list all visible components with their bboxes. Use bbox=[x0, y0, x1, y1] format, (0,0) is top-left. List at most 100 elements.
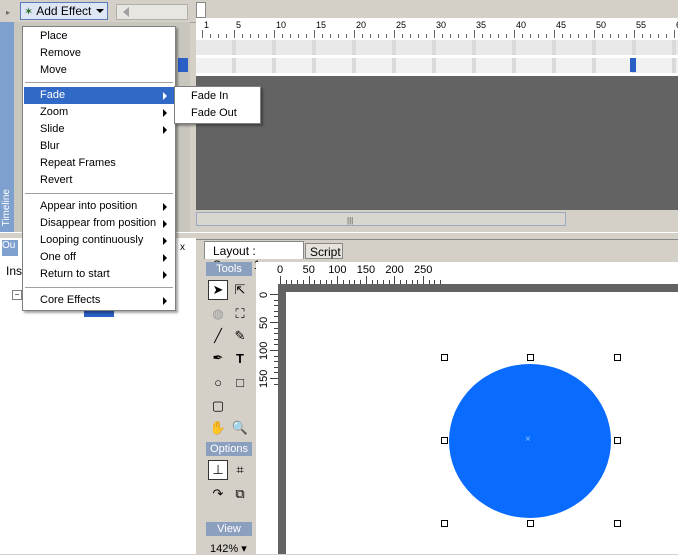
text-tool-icon[interactable]: T bbox=[230, 348, 250, 368]
snap-option-icon[interactable]: ⊥ bbox=[208, 460, 228, 480]
pencil-tool-icon[interactable]: ✎ bbox=[230, 326, 250, 346]
resize-handle[interactable] bbox=[614, 354, 621, 361]
keyframe-marker[interactable] bbox=[630, 58, 636, 72]
add-effect-label: Add Effect bbox=[36, 4, 92, 18]
tab-layout[interactable]: Layout : Scene_1 bbox=[204, 241, 304, 272]
zoom-tool-icon[interactable]: 🔍 bbox=[230, 418, 250, 438]
menu-item-disappear[interactable]: Disappear from position bbox=[24, 215, 174, 232]
tree-collapse-icon[interactable]: − bbox=[12, 290, 22, 300]
submenu-arrow-icon bbox=[163, 126, 167, 134]
resize-handle[interactable] bbox=[441, 520, 448, 527]
rounded-rect-tool-icon[interactable]: ▢ bbox=[208, 396, 228, 416]
menu-item-core-effects[interactable]: Core Effects bbox=[24, 292, 174, 309]
collapse-arrow-icon[interactable]: ▸ bbox=[6, 8, 10, 17]
menu-item-move[interactable]: Move bbox=[24, 62, 174, 79]
menu-item-fade-out[interactable]: Fade Out bbox=[176, 105, 259, 122]
timeline-label: Timeline bbox=[1, 188, 12, 226]
timeline-empty-area bbox=[196, 76, 678, 210]
menu-item-zoom[interactable]: Zoom bbox=[24, 104, 174, 121]
ruler-number: 200 bbox=[385, 264, 404, 276]
tools-panel: Tools ➤ ⇱ ◍ ⛶ ╱ ✎ ✒ T ○ □ ▢ ✋ 🔍 Options … bbox=[206, 262, 254, 555]
menu-item-slide[interactable]: Slide bbox=[24, 121, 174, 138]
ruler-tick bbox=[423, 276, 424, 284]
pen-tool-icon[interactable]: ✒ bbox=[208, 348, 228, 368]
resize-handle[interactable] bbox=[527, 520, 534, 527]
menu-item-appear[interactable]: Appear into position bbox=[24, 198, 174, 215]
frame-cell bbox=[592, 40, 596, 55]
ruler-tick bbox=[270, 322, 278, 323]
reshape-tool-icon[interactable]: ⛶ bbox=[230, 304, 250, 324]
menu-item-return-to-start[interactable]: Return to start bbox=[24, 266, 174, 283]
outline-tab[interactable]: Ou bbox=[2, 240, 18, 256]
resize-handle[interactable] bbox=[441, 437, 448, 444]
menu-item-label: Appear into position bbox=[40, 200, 138, 212]
scale-option-icon[interactable]: ⧉ bbox=[230, 484, 250, 504]
hand-tool-icon[interactable]: ✋ bbox=[208, 418, 228, 438]
fill-transform-icon[interactable]: ◍ bbox=[208, 304, 228, 324]
menu-item-label: Zoom bbox=[40, 106, 69, 118]
menu-item-fade[interactable]: Fade bbox=[24, 87, 174, 104]
chevron-down-icon bbox=[96, 9, 105, 13]
timeline-ruler[interactable]: 151015202530354045505560 bbox=[196, 18, 678, 39]
ruler-number: 15 bbox=[316, 20, 327, 30]
menu-item-repeat-frames[interactable]: Repeat Frames bbox=[24, 155, 174, 172]
menu-item-label: One off bbox=[40, 251, 76, 263]
menu-item-blur[interactable]: Blur bbox=[24, 138, 174, 155]
timeline-scrollbar[interactable]: ||| bbox=[196, 212, 566, 226]
timeline-row[interactable] bbox=[196, 58, 678, 73]
ruler-tick bbox=[594, 30, 595, 38]
ruler-number: 45 bbox=[556, 20, 567, 30]
add-effect-button[interactable]: ✶ Add Effect bbox=[20, 2, 108, 20]
frame-cell bbox=[272, 58, 276, 73]
menu-item-label: Remove bbox=[40, 47, 81, 59]
ruler-tick bbox=[280, 276, 281, 284]
menu-item-remove[interactable]: Remove bbox=[24, 45, 174, 62]
ruler-number: 100 bbox=[258, 341, 270, 360]
playhead[interactable] bbox=[196, 2, 206, 18]
menu-item-label: Disappear from position bbox=[40, 217, 157, 229]
rectangle-tool-icon[interactable]: □ bbox=[230, 372, 250, 392]
options-header: Options bbox=[206, 442, 252, 456]
pointer-tool-icon[interactable]: ➤ bbox=[208, 280, 228, 300]
menu-item-place[interactable]: Place bbox=[24, 28, 174, 45]
timeline-nav-back[interactable] bbox=[116, 4, 188, 20]
menu-item-label: Place bbox=[40, 30, 68, 42]
frame-cell bbox=[312, 58, 316, 73]
ruler-number: 35 bbox=[476, 20, 487, 30]
menu-item-one-off[interactable]: One off bbox=[24, 249, 174, 266]
ruler-tick bbox=[474, 30, 475, 38]
resize-handle[interactable] bbox=[527, 354, 534, 361]
menu-item-looping[interactable]: Looping continuously bbox=[24, 232, 174, 249]
frame-cell bbox=[392, 58, 396, 73]
resize-handle[interactable] bbox=[614, 520, 621, 527]
timeline-row[interactable] bbox=[196, 40, 678, 55]
resize-handle[interactable] bbox=[614, 437, 621, 444]
close-icon[interactable]: x bbox=[180, 242, 185, 253]
view-header: View bbox=[206, 522, 252, 536]
ruler-tick bbox=[337, 276, 339, 284]
ruler-tick bbox=[634, 30, 635, 38]
scroll-grip-icon: ||| bbox=[347, 216, 354, 225]
submenu-arrow-icon bbox=[163, 109, 167, 117]
menu-item-revert[interactable]: Revert bbox=[24, 172, 174, 189]
effect-wand-icon: ✶ bbox=[24, 5, 34, 18]
ellipse-tool-icon[interactable]: ○ bbox=[208, 372, 228, 392]
align-option-icon[interactable]: ⌗ bbox=[230, 460, 250, 480]
frame-cell bbox=[312, 40, 316, 55]
menu-separator bbox=[25, 82, 173, 84]
ruler-tick bbox=[434, 30, 435, 38]
ruler-tick bbox=[270, 378, 278, 379]
ruler-number: 0 bbox=[277, 264, 284, 276]
frame-cell bbox=[432, 40, 436, 55]
timeline-frames[interactable] bbox=[196, 38, 678, 76]
timeline-side-tab[interactable]: Timeline bbox=[0, 22, 14, 232]
ruler-tick bbox=[274, 30, 275, 38]
resize-handle[interactable] bbox=[441, 354, 448, 361]
ruler-tick bbox=[394, 30, 395, 38]
tab-script[interactable]: Script bbox=[305, 243, 343, 259]
menu-item-fade-in[interactable]: Fade In bbox=[176, 88, 259, 105]
subselect-tool-icon[interactable]: ⇱ bbox=[230, 280, 250, 300]
rotate-option-icon[interactable]: ↷ bbox=[208, 484, 228, 504]
zoom-level[interactable]: 142% ▾ bbox=[210, 542, 247, 555]
line-tool-icon[interactable]: ╱ bbox=[208, 326, 228, 346]
